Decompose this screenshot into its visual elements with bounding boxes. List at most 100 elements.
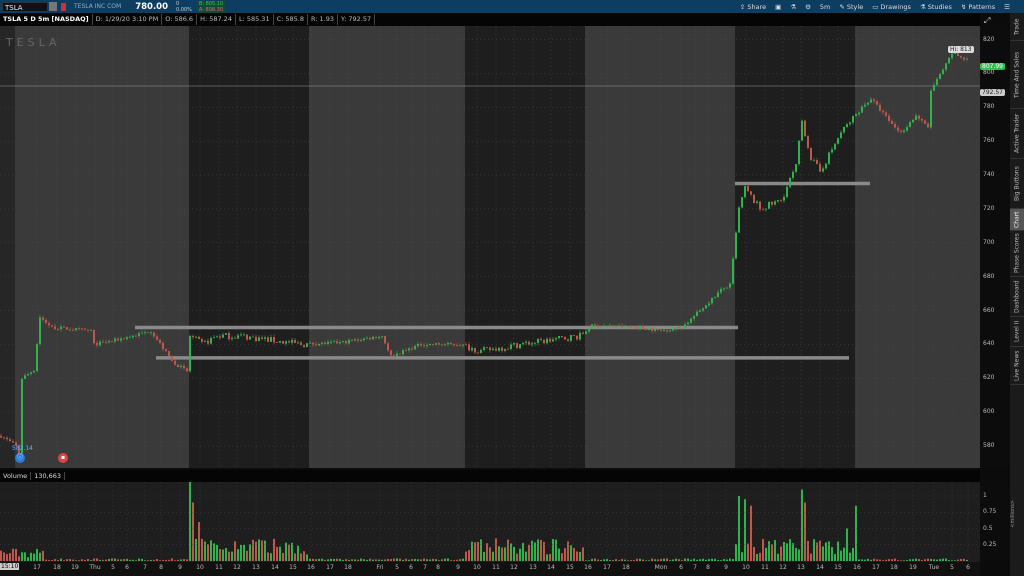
volume-bar	[816, 542, 818, 561]
patterns-button[interactable]: ↯ Patterns	[961, 3, 995, 11]
candle	[3, 437, 5, 439]
time-tick: 9	[724, 564, 728, 571]
volume-bar	[720, 560, 722, 561]
candle	[957, 53, 959, 57]
tab-time-and-sales[interactable]: Time And Sales	[1010, 41, 1024, 109]
expand-icon[interactable]: ⤢	[984, 16, 990, 26]
volume-bar	[333, 558, 335, 561]
candle	[126, 337, 128, 340]
time-tick: 7	[143, 564, 147, 571]
earnings-event-icon[interactable]: ⓘ	[15, 453, 25, 463]
tab-level-ii[interactable]: Level II	[1010, 317, 1024, 347]
notes-icon[interactable]: ▣	[775, 3, 781, 11]
tab-dashboard[interactable]: Dashboard	[1010, 277, 1024, 317]
volume-bar	[459, 559, 461, 561]
studies-button[interactable]: ⚗ Studies	[920, 3, 952, 11]
volume-bar	[942, 558, 944, 561]
flask-icon[interactable]: ⚗	[790, 3, 796, 11]
candle	[27, 373, 29, 376]
volume-bar	[699, 559, 701, 561]
candle	[567, 339, 569, 341]
time-axis[interactable]: 17 18 19 Thu 5 6 7 8 9 10 11 12 13 14 15 16 17 18 Fri 5 6 7 8 9…	[0, 562, 980, 576]
volume-bar	[477, 541, 479, 561]
volume-bar	[798, 549, 800, 561]
time-tick: 15	[834, 564, 842, 571]
volume-bar	[510, 543, 512, 561]
candle	[399, 353, 401, 355]
candle	[480, 349, 482, 353]
candle	[612, 325, 614, 327]
volume-bar	[405, 558, 407, 561]
volume-bar	[114, 558, 116, 561]
candle	[636, 327, 638, 329]
price-chart[interactable]: TESLA Hi: 813 582.14 ⓘ ▪	[0, 26, 980, 468]
flag-icon[interactable]	[61, 2, 66, 11]
candle	[189, 335, 191, 372]
volume-bar	[21, 552, 23, 561]
volume-bar	[645, 560, 647, 561]
candle	[666, 330, 668, 332]
volume-bar	[723, 559, 725, 561]
tab-phase-scores[interactable]: Phase Scores	[1010, 231, 1024, 277]
alert-event-icon[interactable]: ▪	[58, 453, 68, 463]
candle	[69, 329, 71, 331]
tab-chart[interactable]: Chart	[1010, 209, 1024, 231]
drawings-button[interactable]: ▭ Drawings	[872, 3, 911, 11]
price-plot[interactable]	[0, 26, 980, 468]
session-shade	[465, 26, 585, 468]
volume-chart[interactable]	[0, 482, 980, 562]
price-axis[interactable]: ⤢ 807.99 792.57 820 800 780 760 740 720 700 680…	[980, 16, 1010, 468]
bid-ask: B: 805.10 A: 808.30	[196, 0, 226, 13]
candle	[831, 149, 833, 153]
price-tick: 620	[983, 374, 995, 382]
candle	[39, 317, 41, 345]
symbol-input[interactable]: TSLA	[2, 1, 48, 12]
tab-live-news[interactable]: Live News	[1010, 347, 1024, 385]
volume-bar	[324, 559, 326, 561]
style-button[interactable]: ✎ Style	[839, 3, 863, 11]
volume-bar	[204, 541, 206, 561]
candle	[597, 325, 599, 328]
volume-bar	[741, 552, 743, 561]
candle	[213, 337, 215, 338]
candle	[390, 350, 392, 356]
candle	[534, 342, 536, 344]
candle	[33, 370, 35, 373]
volume-bar	[432, 558, 434, 561]
tab-active-trader[interactable]: Active Trader	[1010, 109, 1024, 159]
tab-big-buttons[interactable]: Big Buttons	[1010, 159, 1024, 209]
volume-bar	[231, 551, 233, 561]
candle	[435, 343, 437, 345]
candle	[60, 326, 62, 330]
volume-axis[interactable]: 1 0.75 0.5 0.25	[980, 482, 1010, 562]
volume-bar	[339, 558, 341, 561]
menu-icon[interactable]: ☰	[1004, 3, 1010, 11]
volume-bar	[462, 558, 464, 561]
symbol-dropdown-button[interactable]	[49, 2, 57, 11]
share-button[interactable]: ⇪ Share	[740, 3, 766, 11]
time-tick: 15	[289, 564, 297, 571]
volume-bar	[222, 549, 224, 561]
volume-bar	[756, 553, 758, 561]
volume-bar	[426, 559, 428, 561]
tab-trade[interactable]: Trade	[1010, 13, 1024, 41]
volume-bar	[42, 550, 44, 561]
candle	[648, 328, 650, 331]
volume-bar	[921, 560, 923, 561]
candle	[819, 163, 821, 172]
candle	[792, 171, 794, 178]
current-time-label: 15:10	[0, 563, 20, 570]
candle	[549, 338, 551, 342]
volume-bar	[897, 560, 899, 561]
volume-title: Volume	[0, 472, 32, 480]
volume-bar	[651, 558, 653, 561]
volume-plot[interactable]	[0, 482, 980, 562]
volume-bar	[915, 558, 917, 561]
price-tick: 580	[983, 441, 995, 449]
volume-bar	[174, 560, 176, 561]
candle	[414, 346, 416, 350]
candle	[231, 337, 233, 340]
chart-title[interactable]: TSLA 5 D 5m [NASDAQ]	[0, 14, 93, 25]
gear-icon[interactable]: ⚙	[805, 3, 811, 11]
timeframe-button[interactable]: 5m	[820, 3, 830, 11]
